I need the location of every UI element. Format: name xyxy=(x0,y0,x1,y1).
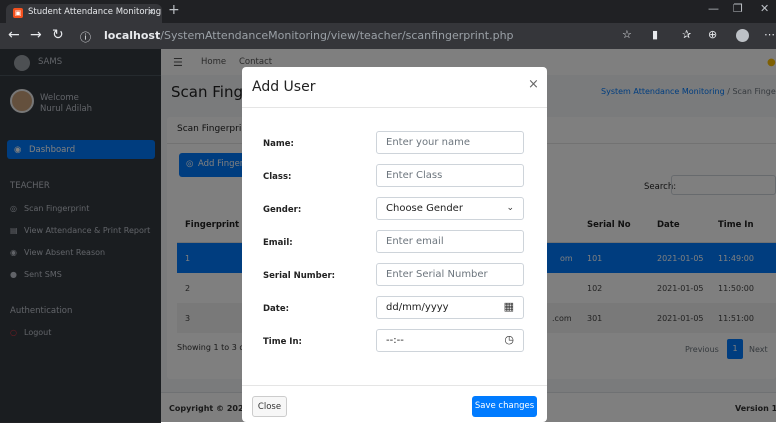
reading-list-icon[interactable]: ▮ xyxy=(652,28,658,41)
url-path: /SystemAttendanceMonitoring/view/teacher… xyxy=(160,29,514,42)
back-icon[interactable]: ← xyxy=(8,27,20,43)
tab-title: Student Attendance Monitoring xyxy=(28,7,162,17)
minimize-icon[interactable]: — xyxy=(708,2,719,15)
calendar-icon[interactable]: ▦ xyxy=(504,300,514,313)
favicon-icon: ▣ xyxy=(13,8,23,18)
gender-select-value: Choose Gender xyxy=(386,203,463,214)
info-icon[interactable]: ⓘ xyxy=(80,29,91,45)
tab-close-icon[interactable]: × xyxy=(147,5,156,18)
address-bar: ← → ↻ ⓘ localhost/SystemAttendanceMonito… xyxy=(0,23,776,49)
date-label: Date: xyxy=(263,304,290,314)
serial-number-field[interactable]: Enter Serial Number xyxy=(376,263,524,286)
close-window-icon[interactable]: ✕ xyxy=(760,2,769,15)
url-host: localhost xyxy=(104,29,161,42)
star-icon[interactable]: ☆ xyxy=(622,28,632,41)
class-field[interactable]: Enter Class xyxy=(376,164,524,187)
add-user-modal: Add User × Name: Enter your name Class: … xyxy=(242,67,547,422)
browser-tab[interactable]: ▣ Student Attendance Monitoring × xyxy=(6,4,162,23)
modal-header: Add User × xyxy=(242,67,547,108)
forward-icon[interactable]: → xyxy=(30,27,42,43)
modal-title: Add User xyxy=(252,79,316,95)
chevron-down-icon: ⌄ xyxy=(506,203,514,213)
new-tab-button[interactable]: + xyxy=(168,2,180,18)
name-label: Name: xyxy=(263,139,294,149)
gender-label: Gender: xyxy=(263,205,302,215)
name-field[interactable]: Enter your name xyxy=(376,131,524,154)
more-icon[interactable]: ⋯ xyxy=(764,28,775,41)
class-label: Class: xyxy=(263,172,292,182)
favorites-icon[interactable]: ✰ xyxy=(682,28,691,41)
browser-tabstrip: ▣ Student Attendance Monitoring × + — ❐ … xyxy=(0,0,776,23)
clock-icon[interactable]: ◷ xyxy=(504,333,514,346)
time-in-field[interactable]: --:-- ◷ xyxy=(376,329,524,352)
email-field[interactable]: Enter email xyxy=(376,230,524,253)
collections-icon[interactable]: ⊕ xyxy=(708,28,717,41)
time-in-label: Time In: xyxy=(263,337,302,347)
save-changes-button[interactable]: Save changes xyxy=(472,396,537,417)
close-button[interactable]: Close xyxy=(252,396,287,417)
url-field[interactable]: localhost/SystemAttendanceMonitoring/vie… xyxy=(104,29,514,42)
serial-number-label: Serial Number: xyxy=(263,271,336,281)
gender-select[interactable]: Choose Gender ⌄ xyxy=(376,197,524,220)
maximize-icon[interactable]: ❐ xyxy=(733,2,743,15)
date-field[interactable]: dd/mm/yyyy ▦ xyxy=(376,296,524,319)
modal-close-icon[interactable]: × xyxy=(528,77,539,92)
email-label: Email: xyxy=(263,238,293,248)
refresh-icon[interactable]: ↻ xyxy=(52,27,64,43)
profile-icon[interactable] xyxy=(736,29,749,42)
date-field-value: dd/mm/yyyy xyxy=(386,302,449,313)
time-in-field-value: --:-- xyxy=(386,335,404,346)
